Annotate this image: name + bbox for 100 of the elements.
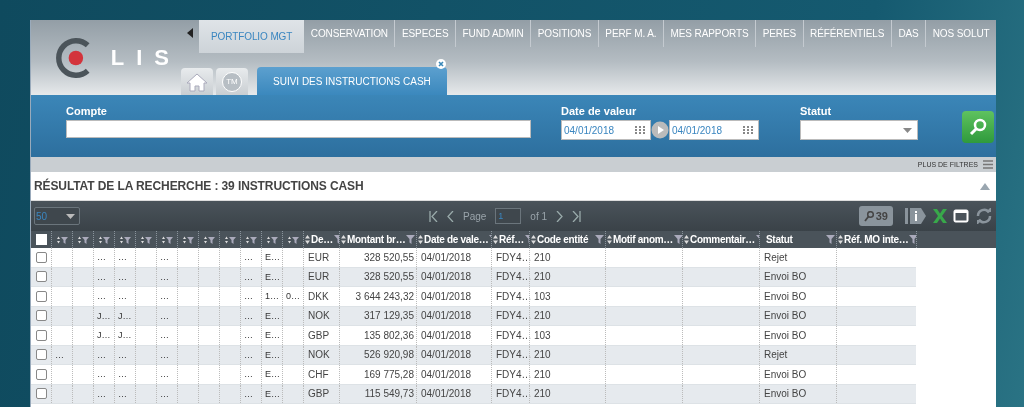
table-cell: …	[118, 349, 127, 360]
nav-tab[interactable]: ESPECES	[395, 20, 456, 47]
row-checkbox[interactable]	[35, 368, 47, 380]
scroll-left-icon[interactable]	[187, 28, 193, 38]
table-cell: 135 802,36	[363, 329, 414, 341]
sort-filter-icon[interactable]	[98, 235, 110, 244]
select-all-checkbox[interactable]	[35, 234, 47, 245]
filter-icon[interactable]	[674, 235, 682, 244]
previous-page-icon[interactable]	[447, 210, 454, 222]
first-page-icon[interactable]	[429, 210, 438, 222]
nav-tab[interactable]: CONSERVATION	[304, 20, 396, 47]
table-cell: E…	[265, 388, 280, 399]
date-field[interactable]: 04/01/2018	[561, 120, 651, 140]
window-icon[interactable]	[953, 209, 969, 223]
sort-filter-icon[interactable]	[203, 235, 215, 244]
sort-icon[interactable]	[305, 235, 310, 244]
table-cell: 210	[534, 388, 551, 400]
row-checkbox[interactable]	[35, 251, 47, 263]
sort-filter-icon[interactable]	[56, 235, 68, 244]
page-number-field[interactable]: 1	[495, 208, 522, 224]
row-checkbox[interactable]	[35, 290, 47, 302]
table-cell: …	[244, 310, 253, 321]
account-field[interactable]	[66, 120, 531, 138]
field-label: Compte	[66, 105, 108, 117]
tm-tab[interactable]: TM	[216, 68, 248, 95]
filter-icon[interactable]	[909, 235, 916, 244]
sort-filter-icon[interactable]	[140, 235, 152, 244]
sort-filter-icon[interactable]	[224, 235, 236, 244]
page-tab[interactable]: SUIVI DES INSTRUCTIONS CASH	[257, 67, 447, 95]
caret-icon[interactable]	[903, 127, 912, 133]
date-field[interactable]: 04/01/2018	[669, 120, 759, 140]
column-header[interactable]: Statut	[766, 234, 793, 245]
column-header[interactable]: Code entité	[537, 234, 589, 245]
nav-tab[interactable]: PORTFOLIO MGT	[199, 20, 305, 53]
excel-icon[interactable]	[933, 209, 947, 223]
sort-icon[interactable]	[838, 235, 843, 244]
last-page-icon[interactable]	[572, 210, 582, 222]
search-icon[interactable]	[863, 210, 874, 222]
calendar-icon[interactable]	[743, 126, 753, 134]
nav-tab[interactable]: MES RAPPORTS	[664, 20, 757, 47]
close-icon[interactable]	[435, 59, 446, 69]
sort-icon[interactable]	[684, 235, 689, 244]
column-header[interactable]: Montant br…	[347, 234, 406, 245]
logo: LIS	[31, 20, 181, 95]
info-icon[interactable]	[905, 208, 927, 224]
column-header[interactable]: Réf. MO inte…	[844, 234, 909, 245]
column-header[interactable]: De…	[311, 234, 333, 245]
row-checkbox[interactable]	[35, 388, 47, 400]
search-icon[interactable]	[969, 118, 987, 136]
row-checkbox[interactable]	[35, 329, 47, 341]
column-header[interactable]: Motif anom…	[613, 234, 674, 245]
caret-icon[interactable]	[66, 213, 75, 219]
nav-tab[interactable]: POSITIONS	[531, 20, 599, 47]
table-cell: …	[118, 369, 127, 380]
refresh-icon[interactable]	[975, 208, 993, 224]
column-header[interactable]: Commentair…	[690, 234, 756, 245]
filter-icon[interactable]	[826, 235, 835, 244]
sort-filter-icon[interactable]	[266, 235, 278, 244]
sort-filter-icon[interactable]	[287, 235, 299, 244]
nav-tab[interactable]: FUND ADMIN	[456, 20, 532, 47]
filter-icon[interactable]	[406, 235, 416, 244]
sort-icon[interactable]	[607, 235, 612, 244]
table-cell: 103	[534, 329, 551, 341]
table-cell: …	[160, 349, 169, 360]
sort-filter-icon[interactable]	[77, 235, 89, 244]
result-count-button[interactable]: 39	[858, 206, 893, 226]
table-cell: 04/01/2018	[421, 368, 472, 380]
table-cell: 317 129,35	[363, 310, 414, 322]
column-header[interactable]: Date de vale…	[424, 234, 489, 245]
table-cell: 210	[534, 349, 551, 361]
sort-filter-icon[interactable]	[119, 235, 131, 244]
column-header[interactable]: Réf…	[499, 234, 524, 245]
nav-tab[interactable]: PERF M. A.	[598, 20, 665, 47]
search-button[interactable]	[962, 111, 994, 143]
table-cell: 210	[534, 310, 551, 322]
menu-icon[interactable]	[983, 160, 993, 169]
table-cell: Rejet	[764, 349, 788, 361]
calendar-icon[interactable]	[635, 126, 645, 134]
nav-tab[interactable]: PERES	[756, 20, 804, 47]
filter-icon[interactable]	[595, 235, 604, 244]
nav-tab[interactable]: RÉFÉRENTIELS	[803, 20, 892, 47]
row-checkbox[interactable]	[35, 349, 47, 361]
table-cell: GBP	[308, 329, 330, 341]
sort-icon[interactable]	[341, 235, 346, 244]
sort-filter-icon[interactable]	[245, 235, 257, 244]
sort-filter-icon[interactable]	[161, 235, 173, 244]
sort-icon[interactable]	[493, 235, 498, 244]
next-page-icon[interactable]	[556, 210, 564, 222]
table-cell: 04/01/2018	[421, 310, 472, 322]
row-checkbox[interactable]	[35, 271, 47, 283]
page-total: of 1	[530, 210, 548, 222]
nav-tab[interactable]: DAS	[891, 20, 927, 47]
page-size-dropdown[interactable]: 50	[34, 207, 80, 225]
sort-icon[interactable]	[531, 235, 536, 244]
collapse-icon[interactable]	[980, 182, 990, 190]
row-checkbox[interactable]	[35, 310, 47, 322]
nav-tab[interactable]: NOS SOLUT	[926, 20, 996, 47]
table-cell: Rejet	[764, 251, 788, 263]
sort-icon[interactable]	[418, 235, 423, 244]
sort-filter-icon[interactable]	[182, 235, 194, 244]
